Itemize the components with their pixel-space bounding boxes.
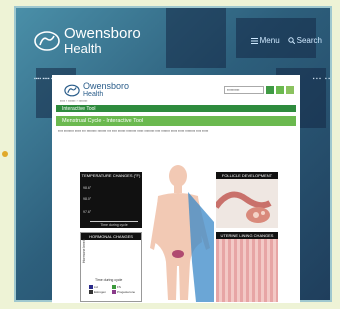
hormone-legend: LH FS Estrogen Progesterone [89, 285, 135, 295]
legend-item: LH [89, 285, 106, 290]
menstrual-cycle-tool: TEMPERATURE CHANGES (°F) 98.6° 98.0° 97.… [80, 165, 278, 302]
hormonal-xlabel: Time during cycle [95, 278, 123, 282]
temp-tick: 97.6° [83, 210, 92, 214]
page-tools[interactable]: ▪ ▪ ▪ ▪ ▪ [313, 76, 330, 82]
top-nav: Menu Search [250, 36, 322, 45]
follicle-panel[interactable]: FOLLICLE DEVELOPMENT [213, 172, 278, 228]
logo-icon [34, 31, 60, 51]
intro-paragraph: ▪▪▪▪ ▪▪▪▪▪▪▪▪ ▪▪▪▪▪ ▪▪▪ ▪▪▪▪▪▪▪▪ ▪▪▪▪▪▪▪… [58, 129, 209, 133]
hormonal-title: HORMONAL CHANGES [81, 233, 141, 240]
legend-item: FS [112, 285, 135, 290]
inner-logo[interactable]: Owensboro Health [64, 82, 129, 98]
search-icon [287, 37, 295, 44]
inner-search-input[interactable]: ▪▪▪▪▪▪▪▪▪▪ [224, 86, 264, 94]
side-marker [2, 151, 8, 157]
hormonal-ylabel: Hormone levels [82, 238, 86, 263]
inner-tool-button[interactable] [276, 86, 284, 94]
menu-button[interactable]: Menu [250, 36, 280, 45]
search-button[interactable]: Search [287, 36, 322, 45]
logo-icon [64, 84, 80, 96]
temp-caption: Time during cycle [90, 221, 138, 227]
uterine-panel[interactable]: UTERINE LINING CHANGES [216, 232, 278, 302]
content-page: Owensboro Health ▪▪▪▪▪▪▪▪▪▪ ▪▪▪▪ › ▪▪▪▪▪… [52, 75, 300, 303]
follicle-title: FOLLICLE DEVELOPMENT [216, 172, 278, 179]
inner-share-button[interactable] [286, 86, 294, 94]
follicle-illustration [213, 179, 278, 228]
temperature-plot: 98.6° 98.0° 97.6° Time during cycle [80, 179, 142, 228]
temperature-panel[interactable]: TEMPERATURE CHANGES (°F) 98.6° 98.0° 97.… [80, 172, 142, 228]
section-bar: Interactive Tool [56, 105, 296, 112]
tool-title: Menstrual Cycle - Interactive Tool [56, 116, 296, 126]
inner-search: ▪▪▪▪▪▪▪▪▪▪ [224, 86, 294, 94]
logo-line1: Owensboro [64, 25, 141, 42]
hormonal-panel[interactable]: HORMONAL CHANGES Hormone levels Time dur… [80, 232, 142, 302]
temperature-title: TEMPERATURE CHANGES (°F) [80, 172, 142, 179]
legend-item: Progesterone [112, 290, 135, 295]
body-figure[interactable] [144, 162, 216, 302]
menu-icon [250, 37, 258, 44]
inner-logo-line2: Health [83, 91, 104, 98]
logo-line2: Health [64, 41, 102, 56]
inner-search-button[interactable] [266, 86, 274, 94]
legend-item: Estrogen [89, 290, 106, 295]
temp-tick: 98.0° [83, 197, 92, 201]
uterine-lining-illustration [216, 239, 278, 302]
site-logo[interactable]: Owensboro Health [34, 26, 141, 56]
inner-logo-line1: Owensboro [83, 81, 130, 91]
uterine-title: UTERINE LINING CHANGES [216, 232, 278, 239]
temp-tick: 98.6° [83, 186, 92, 190]
